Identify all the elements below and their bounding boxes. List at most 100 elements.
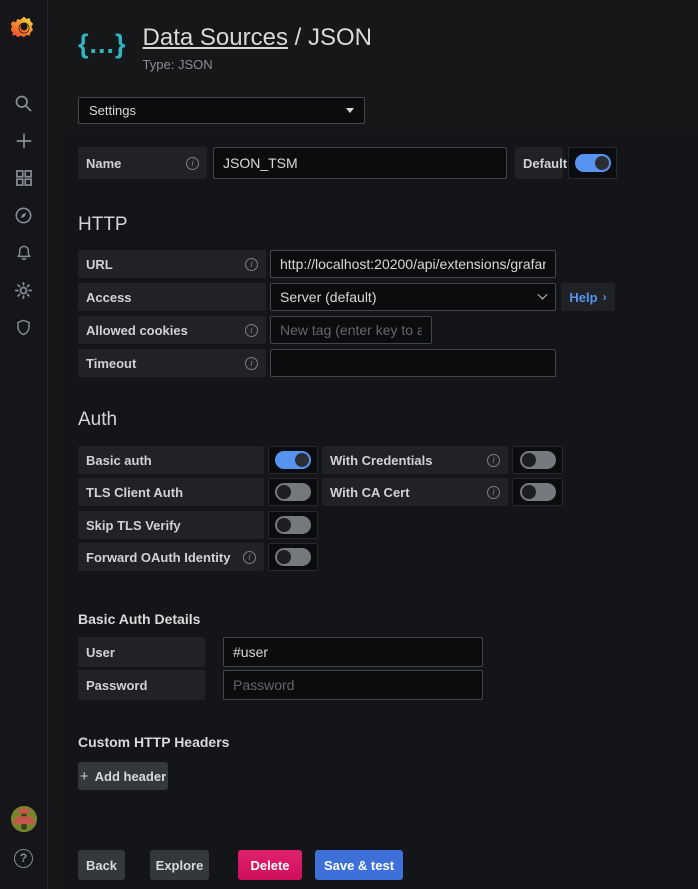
with-credentials-toggle[interactable] [512, 446, 563, 474]
basic-auth-label-text: Basic auth [86, 453, 152, 468]
http-section-heading: HTTP [78, 214, 128, 236]
allowed-cookies-row: Allowed cookies [78, 316, 432, 344]
breadcrumb-datasources-link[interactable]: Data Sources [143, 24, 288, 51]
sidebar-item-help[interactable] [0, 841, 47, 875]
page-header: {...} Data Sources / JSON Type: JSON [78, 24, 372, 72]
name-label: Name [78, 147, 207, 179]
default-toggle[interactable] [568, 147, 617, 179]
basic-auth-toggle-switch[interactable] [275, 451, 311, 469]
access-help-link[interactable]: Help › [561, 283, 615, 311]
delete-button[interactable]: Delete [238, 850, 302, 880]
with-ca-cert-toggle[interactable] [512, 478, 563, 506]
url-input[interactable] [270, 250, 556, 278]
forward-oauth-identity-toggle-switch[interactable] [275, 548, 311, 566]
save-and-test-button[interactable]: Save & test [315, 850, 403, 880]
skip-tls-verify-label-text: Skip TLS Verify [86, 518, 181, 533]
forward-oauth-identity-toggle[interactable] [268, 543, 318, 571]
basic-auth-toggle[interactable] [268, 446, 318, 474]
gear-icon [13, 280, 34, 301]
json-datasource-logo: {...} [78, 24, 127, 64]
auth-section-heading: Auth [78, 409, 117, 431]
auth-row-4: Forward OAuth Identity [78, 543, 318, 571]
info-icon[interactable] [186, 157, 199, 170]
with-ca-cert-label-text: With CA Cert [330, 485, 410, 500]
auth-row-3: Skip TLS Verify [78, 511, 318, 539]
url-label: URL [78, 250, 266, 278]
info-icon[interactable] [245, 357, 258, 370]
name-row: Name Default [78, 147, 617, 179]
tls-client-auth-toggle[interactable] [268, 478, 318, 506]
allowed-cookies-input[interactable] [270, 316, 432, 344]
default-label: Default [515, 147, 563, 179]
timeout-input[interactable] [270, 349, 556, 377]
password-input[interactable] [223, 670, 483, 700]
password-label-text: Password [86, 678, 147, 693]
timeout-row: Timeout [78, 349, 556, 377]
with-credentials-label: With Credentials [322, 446, 508, 474]
sidebar-item-alerting[interactable] [0, 236, 47, 270]
tls-client-auth-toggle-switch[interactable] [275, 483, 311, 501]
info-icon[interactable] [245, 258, 258, 271]
sidebar-item-explore[interactable] [0, 198, 47, 232]
tls-client-auth-label: TLS Client Auth [78, 478, 264, 506]
tls-client-auth-label-text: TLS Client Auth [86, 485, 183, 500]
access-label-text: Access [86, 290, 132, 305]
access-select[interactable]: Server (default) [270, 283, 556, 311]
auth-row-2: TLS Client Auth With CA Cert [78, 478, 563, 506]
help-question-icon [14, 849, 33, 868]
skip-tls-verify-toggle-switch[interactable] [275, 516, 311, 534]
main-content: {...} Data Sources / JSON Type: JSON Set… [48, 0, 698, 889]
url-row: URL [78, 250, 556, 278]
allowed-cookies-label-text: Allowed cookies [86, 323, 188, 338]
plus-icon [14, 131, 34, 151]
add-header-button[interactable]: + Add header [78, 762, 168, 790]
sidebar-item-create[interactable] [0, 124, 47, 158]
info-icon[interactable] [487, 486, 500, 499]
compass-icon [13, 205, 34, 226]
plus-icon: + [80, 768, 89, 785]
settings-tab-select-value: Settings [89, 103, 136, 118]
action-buttons: Back Explore Delete Save & test [78, 850, 403, 880]
user-avatar-icon [11, 806, 37, 832]
page-title: Data Sources / JSON [143, 24, 372, 52]
datasource-settings-panel: Name Default HTTP URL [62, 133, 698, 889]
skip-tls-verify-label: Skip TLS Verify [78, 511, 264, 539]
settings-tab-select[interactable]: Settings [78, 97, 365, 124]
with-credentials-toggle-switch[interactable] [520, 451, 556, 469]
grafana-logo-icon [11, 15, 37, 41]
name-input[interactable] [213, 147, 507, 179]
password-label: Password [78, 670, 205, 700]
sidebar-item-profile[interactable] [0, 802, 47, 836]
forward-oauth-identity-label-text: Forward OAuth Identity [86, 550, 230, 565]
back-button[interactable]: Back [78, 850, 125, 880]
forward-oauth-identity-label: Forward OAuth Identity [78, 543, 264, 571]
user-input[interactable] [223, 637, 483, 667]
allowed-cookies-label: Allowed cookies [78, 316, 266, 344]
search-icon [13, 93, 34, 114]
skip-tls-verify-toggle[interactable] [268, 511, 318, 539]
datasource-type-subtitle: Type: JSON [143, 57, 372, 72]
grafana-logo-icon[interactable] [0, 10, 47, 46]
help-link-text: Help [569, 290, 597, 305]
with-ca-cert-label: With CA Cert [322, 478, 508, 506]
user-row: User [78, 637, 483, 667]
user-label-text: User [86, 645, 115, 660]
sidebar-item-dashboards[interactable] [0, 161, 47, 195]
explore-button[interactable]: Explore [150, 850, 209, 880]
default-label-text: Default [523, 156, 567, 171]
sidebar-item-search[interactable] [0, 86, 47, 120]
auth-row-1: Basic auth With Credentials [78, 446, 563, 474]
sidebar-item-configuration[interactable] [0, 273, 47, 307]
info-icon[interactable] [487, 454, 500, 467]
info-icon[interactable] [243, 551, 256, 564]
timeout-label-text: Timeout [86, 356, 136, 371]
bell-icon [14, 243, 34, 263]
password-row: Password [78, 670, 483, 700]
default-toggle-switch[interactable] [575, 154, 611, 172]
sidebar-item-server-admin[interactable] [0, 310, 47, 344]
sidebar [0, 0, 48, 889]
with-ca-cert-toggle-switch[interactable] [520, 483, 556, 501]
info-icon[interactable] [245, 324, 258, 337]
caret-down-icon [346, 108, 354, 113]
access-row: Access Server (default) Help › [78, 283, 615, 311]
